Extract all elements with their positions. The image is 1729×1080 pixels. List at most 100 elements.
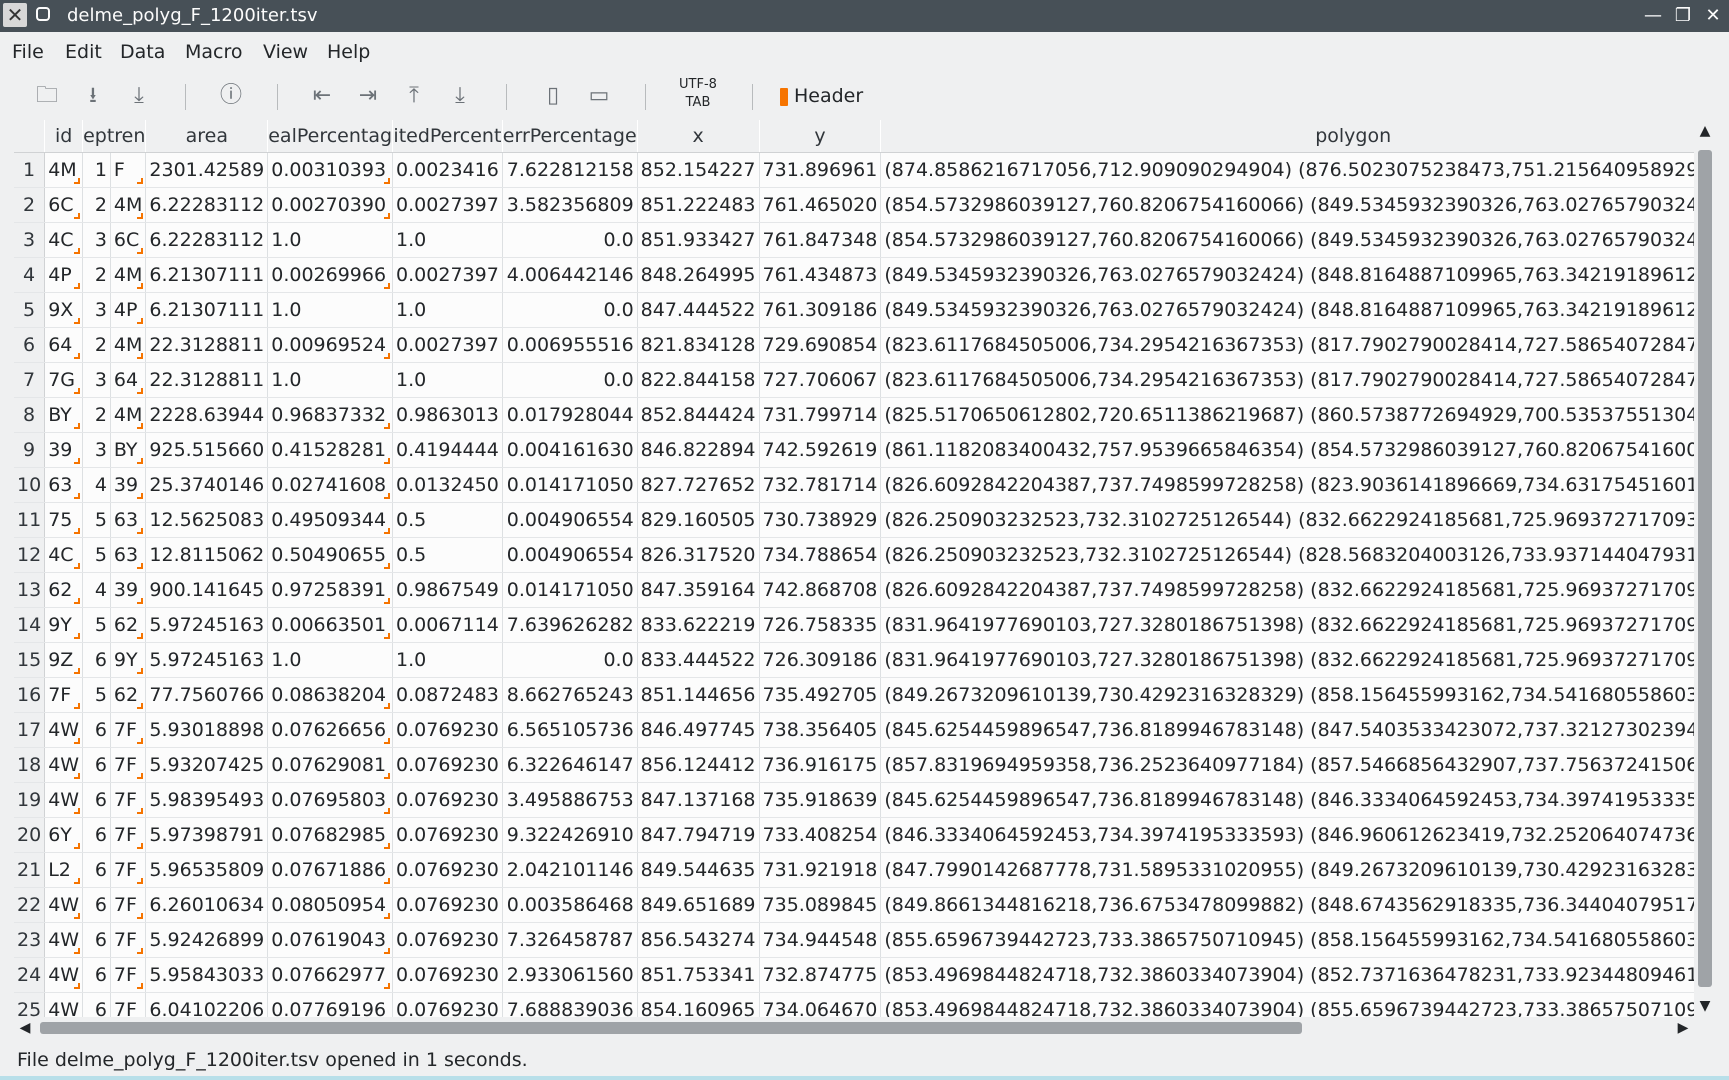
table-cell[interactable]: 4W (44, 887, 84, 923)
row-number[interactable]: 8 (14, 397, 46, 433)
table-cell[interactable]: (846.3334064592453,734.3974195333593) (8… (880, 817, 1694, 853)
table-cell[interactable]: 1.0 (267, 362, 394, 398)
table-cell[interactable]: 0.0769230 (392, 922, 503, 958)
table-cell[interactable]: 0.07629081 (267, 747, 394, 783)
table-cell[interactable]: (855.6596739442723,733.3865750710945) (8… (880, 922, 1694, 958)
table-cell[interactable]: 6 (82, 992, 111, 1017)
horizontal-scrollbar[interactable]: ◀ ▶ (14, 1017, 1694, 1039)
table-cell[interactable]: 0.96837332 (267, 397, 394, 433)
table-cell[interactable]: 5.93018898 (145, 712, 269, 748)
table-cell[interactable]: 833.622219 (637, 607, 760, 643)
table-cell[interactable]: 761.847348 (759, 222, 882, 258)
table-cell[interactable]: 6.26010634 (145, 887, 269, 923)
table-cell[interactable]: L2 (44, 852, 84, 888)
table-cell[interactable]: 851.753341 (637, 957, 760, 993)
vertical-scroll-thumb[interactable] (1698, 150, 1712, 987)
table-cell[interactable]: 0.0769230 (392, 817, 503, 853)
table-cell[interactable]: (845.6254459896547,736.8189946783148) (8… (880, 712, 1694, 748)
table-cell[interactable]: 0.41528281 (267, 432, 394, 468)
table-cell[interactable]: 0.0769230 (392, 992, 503, 1017)
column-header[interactable]: polygon (880, 120, 1694, 153)
table-cell[interactable]: 0.003586468 (502, 887, 638, 923)
table-cell[interactable]: 5 (82, 502, 111, 538)
table-cell[interactable]: 0.0023416 (392, 152, 503, 188)
row-number[interactable]: 5 (14, 292, 46, 328)
row-number[interactable]: 12 (14, 537, 46, 573)
table-cell[interactable]: (853.4969844824718,732.3860334073904) (8… (880, 992, 1694, 1017)
table-cell[interactable]: 846.497745 (637, 712, 760, 748)
table-cell[interactable]: 5.97398791 (145, 817, 269, 853)
table-cell[interactable]: (831.9641977690103,727.3280186751398) (8… (880, 642, 1694, 678)
table-cell[interactable]: 7F (110, 957, 147, 993)
open-folder-icon[interactable]: 🗀 (30, 80, 64, 112)
table-cell[interactable]: (826.250903232523,732.3102725126544) (82… (880, 537, 1694, 573)
row-number[interactable]: 14 (14, 607, 46, 643)
row-number[interactable]: 4 (14, 257, 46, 293)
table-cell[interactable]: 4W (44, 992, 84, 1017)
table-cell[interactable]: 0.0769230 (392, 782, 503, 818)
table-cell[interactable]: 6.21307111 (145, 292, 269, 328)
table-cell[interactable]: 761.309186 (759, 292, 882, 328)
table-cell[interactable]: 39 (44, 432, 84, 468)
table-cell[interactable]: 5 (82, 677, 111, 713)
table-cell[interactable]: (826.6092842204387,737.7498599728258) (8… (880, 467, 1694, 503)
table-cell[interactable]: (874.8586216717056,712.909090294904) (87… (880, 152, 1694, 188)
table-cell[interactable]: 925.515660 (145, 432, 269, 468)
table-cell[interactable]: BY (44, 397, 84, 433)
table-cell[interactable]: 0.004906554 (502, 502, 638, 538)
table-cell[interactable]: BY (110, 432, 147, 468)
menu-macro[interactable]: Macro (183, 32, 245, 72)
info-icon[interactable]: ⓘ (214, 80, 248, 112)
table-cell[interactable]: 0.49509344 (267, 502, 394, 538)
table-cell[interactable]: 7.688839036 (502, 992, 638, 1017)
table-cell[interactable]: 0.0027397 (392, 327, 503, 363)
table-cell[interactable]: 0.5 (392, 537, 503, 573)
table-cell[interactable]: 732.781714 (759, 467, 882, 503)
insert-row-below-icon[interactable]: ⤓ (443, 80, 477, 112)
table-cell[interactable]: 851.222483 (637, 187, 760, 223)
table-cell[interactable]: (849.5345932390326,763.0276579032424) (8… (880, 257, 1694, 293)
table-cell[interactable]: 742.592619 (759, 432, 882, 468)
table-cell[interactable]: 62 (110, 677, 147, 713)
table-cell[interactable]: 0.07682985 (267, 817, 394, 853)
minimize-icon[interactable]: — (1641, 4, 1665, 28)
table-cell[interactable]: 0.004161630 (502, 432, 638, 468)
row-number[interactable]: 7 (14, 362, 46, 398)
column-header[interactable]: area (145, 120, 269, 153)
menu-edit[interactable]: Edit (63, 32, 104, 72)
table-cell[interactable]: 2.933061560 (502, 957, 638, 993)
table-cell[interactable]: 6C (44, 187, 84, 223)
table-cell[interactable]: 0.02741608 (267, 467, 394, 503)
table-cell[interactable]: 5 (82, 537, 111, 573)
table-cell[interactable]: 4W (44, 957, 84, 993)
table-cell[interactable]: (854.5732986039127,760.8206754160066) (8… (880, 187, 1694, 223)
table-cell[interactable]: 63 (110, 537, 147, 573)
table-cell[interactable]: 6 (82, 782, 111, 818)
table-cell[interactable]: 0.08638204 (267, 677, 394, 713)
encoding-indicator[interactable]: UTF-8 TAB (671, 76, 725, 112)
table-cell[interactable]: 0.9863013 (392, 397, 503, 433)
table-cell[interactable]: 847.359164 (637, 572, 760, 608)
row-number[interactable]: 21 (14, 852, 46, 888)
table-cell[interactable]: 12.5625083 (145, 502, 269, 538)
column-header[interactable]: id (44, 120, 84, 153)
table-cell[interactable]: 7F (110, 852, 147, 888)
table-cell[interactable]: 3.495886753 (502, 782, 638, 818)
table-cell[interactable]: 4M (110, 397, 147, 433)
table-cell[interactable]: 2 (82, 257, 111, 293)
table-cell[interactable]: 1.0 (392, 222, 503, 258)
table-cell[interactable]: 4 (82, 572, 111, 608)
table-cell[interactable]: (849.8661344816218,736.6753478099882) (8… (880, 887, 1694, 923)
table-cell[interactable]: 5.96535809 (145, 852, 269, 888)
table-cell[interactable]: 63 (110, 502, 147, 538)
table-cell[interactable]: 6 (82, 642, 111, 678)
table-cell[interactable]: 0.97258391 (267, 572, 394, 608)
table-cell[interactable]: 6 (82, 712, 111, 748)
table-cell[interactable]: 736.916175 (759, 747, 882, 783)
table-cell[interactable]: 0.4194444 (392, 432, 503, 468)
table-cell[interactable]: 734.788654 (759, 537, 882, 573)
table-cell[interactable]: 856.124412 (637, 747, 760, 783)
table-cell[interactable]: 0.006955516 (502, 327, 638, 363)
table-cell[interactable]: 856.543274 (637, 922, 760, 958)
table-cell[interactable]: 0.00269966 (267, 257, 394, 293)
